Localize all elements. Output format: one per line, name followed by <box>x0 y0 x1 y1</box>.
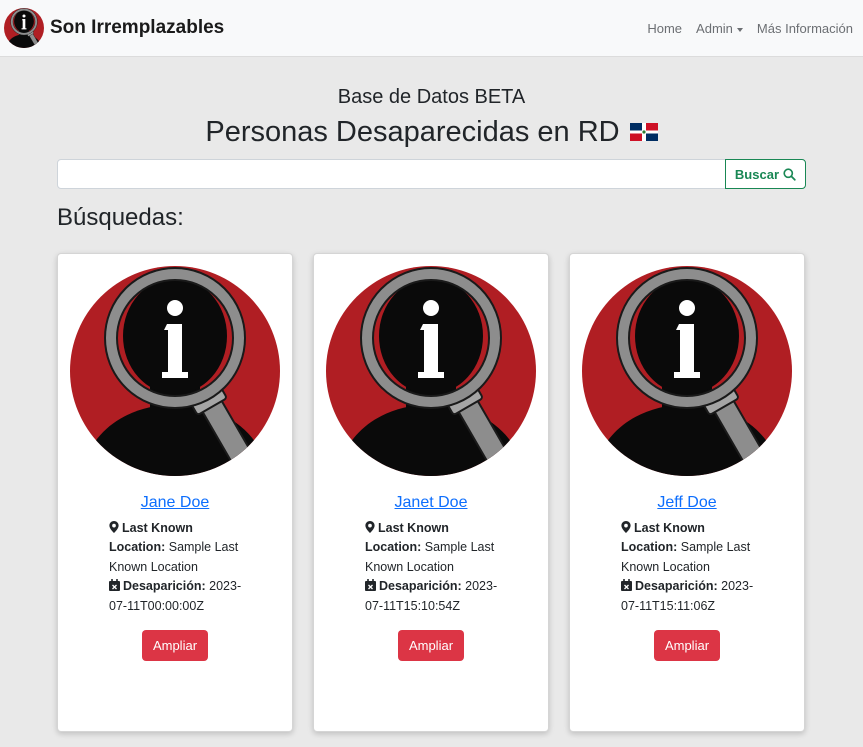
nav-more-info-link[interactable]: Más Información <box>757 21 853 36</box>
calendar-x-icon <box>109 579 120 592</box>
brand-logo-icon <box>4 8 44 48</box>
page-subtitle: Base de Datos BETA <box>337 86 526 108</box>
person-photo <box>70 266 280 476</box>
date-label: Desaparición: <box>123 579 206 594</box>
brand[interactable]: Son Irremplazables <box>4 8 224 48</box>
nav-home-link[interactable]: Home <box>647 21 682 36</box>
nav-links: Home Admin Más Información <box>633 0 853 57</box>
dominican-republic-flag-icon <box>629 123 658 141</box>
person-info: Last Known Location: Sample Last Known L… <box>570 519 804 616</box>
date-label: Desaparición: <box>635 579 718 594</box>
date-label: Desaparición: <box>379 579 462 594</box>
search-button-label: Buscar <box>734 166 779 182</box>
calendar-x-icon <box>621 579 632 592</box>
nav-admin-label: Admin <box>696 21 733 36</box>
person-photo <box>582 266 792 476</box>
brand-name: Son Irremplazables <box>50 17 225 38</box>
title-row: Personas Desaparecidas en RD <box>57 113 806 151</box>
map-marker-icon <box>365 521 375 533</box>
search-icon <box>783 167 796 181</box>
person-card: Jeff Doe Last Known Location: Sample Las… <box>569 253 805 732</box>
caret-down-icon <box>736 27 743 32</box>
person-name-link[interactable]: Janet Doe <box>314 493 548 513</box>
person-name-link[interactable]: Jeff Doe <box>570 493 804 513</box>
main-content: Base de Datos BETA Personas Desaparecida… <box>57 57 806 732</box>
person-card-list: Jane Doe Last Known Location: Sample Las… <box>57 253 806 732</box>
calendar-x-icon <box>365 579 376 592</box>
section-title: Búsquedas: <box>57 204 184 231</box>
person-name-link[interactable]: Jane Doe <box>58 493 292 513</box>
person-photo <box>326 266 536 476</box>
person-card: Janet Doe Last Known Location: Sample La… <box>313 253 549 732</box>
page-title: Personas Desaparecidas en RD <box>205 116 620 148</box>
ampliar-button[interactable]: Ampliar <box>397 630 465 662</box>
ampliar-button[interactable]: Ampliar <box>653 630 721 662</box>
nav-admin-dropdown[interactable]: Admin <box>696 21 743 36</box>
ampliar-button[interactable]: Ampliar <box>141 630 209 662</box>
search-input[interactable] <box>57 159 726 189</box>
map-marker-icon <box>109 521 119 533</box>
top-navbar: Son Irremplazables Home Admin Más Inform… <box>0 0 863 57</box>
search-button[interactable]: Buscar <box>724 159 806 189</box>
map-marker-icon <box>621 521 631 533</box>
person-info: Last Known Location: Sample Last Known L… <box>58 519 292 616</box>
search-bar: Buscar <box>57 159 806 189</box>
person-card: Jane Doe Last Known Location: Sample Las… <box>57 253 293 732</box>
person-info: Last Known Location: Sample Last Known L… <box>314 519 548 616</box>
